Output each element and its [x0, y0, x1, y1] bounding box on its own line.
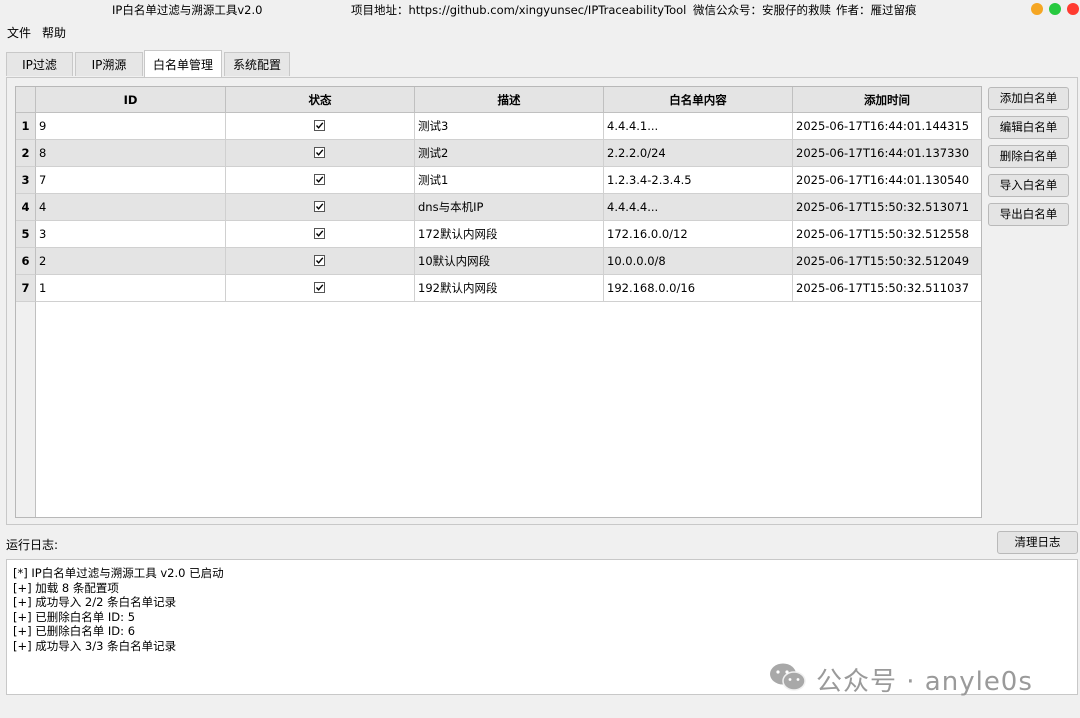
author-label: 作者：雁过留痕 [836, 3, 917, 17]
maximize-button[interactable] [1049, 3, 1061, 15]
cell-status[interactable] [226, 221, 415, 248]
cell-added-time[interactable]: 2025-06-17T15:50:32.513071 [793, 194, 981, 221]
cell-status[interactable] [226, 167, 415, 194]
cell-description[interactable]: 192默认内网段 [415, 275, 604, 302]
cell-id[interactable]: 9 [36, 113, 226, 140]
table-row[interactable]: 4 4 dns与本机IP 4.4.4.4... 2025-06-17T15:50… [16, 194, 981, 221]
row-number[interactable]: 7 [16, 275, 36, 302]
cell-description[interactable]: 10默认内网段 [415, 248, 604, 275]
header-added-time[interactable]: 添加时间 [793, 87, 981, 113]
log-line: [+] 成功导入 3/3 条白名单记录 [13, 638, 177, 653]
menu-help[interactable]: 帮助 [42, 24, 66, 41]
tab-system-config[interactable]: 系统配置 [224, 52, 290, 76]
log-line: [+] 加载 8 条配置项 [13, 580, 119, 595]
table-row[interactable]: 3 7 测试1 1.2.3.4-2.3.4.5 2025-06-17T16:44… [16, 167, 981, 194]
cell-added-time[interactable]: 2025-06-17T15:50:32.512558 [793, 221, 981, 248]
cell-id[interactable]: 1 [36, 275, 226, 302]
delete-whitelist-button[interactable]: 删除白名单 [988, 145, 1069, 168]
cell-description[interactable]: 测试2 [415, 140, 604, 167]
watermark-text: 公众号 · anyle0s [816, 667, 1033, 697]
table-row[interactable]: 2 8 测试2 2.2.2.0/24 2025-06-17T16:44:01.1… [16, 140, 981, 167]
cell-id[interactable]: 4 [36, 194, 226, 221]
tab-ip-trace[interactable]: IP溯源 [75, 52, 143, 76]
status-checkbox[interactable] [314, 255, 325, 266]
row-number[interactable]: 2 [16, 140, 36, 167]
window-title: IP白名单过滤与溯源工具v2.0 [112, 3, 263, 17]
log-line: [+] 已删除白名单 ID: 6 [13, 624, 136, 638]
cell-content[interactable]: 4.4.4.1... [604, 113, 793, 140]
status-checkbox[interactable] [314, 282, 325, 293]
cell-added-time[interactable]: 2025-06-17T16:44:01.130540 [793, 167, 981, 194]
cell-status[interactable] [226, 275, 415, 302]
cell-content[interactable]: 172.16.0.0/12 [604, 221, 793, 248]
cell-content[interactable]: 4.4.4.4... [604, 194, 793, 221]
check-icon [315, 122, 324, 129]
check-icon [315, 176, 324, 183]
cell-content[interactable]: 1.2.3.4-2.3.4.5 [604, 167, 793, 194]
cell-added-time[interactable]: 2025-06-17T16:44:01.144315 [793, 113, 981, 140]
check-icon [315, 149, 324, 156]
header-status[interactable]: 状态 [226, 87, 415, 113]
status-checkbox[interactable] [314, 228, 325, 239]
row-number[interactable]: 1 [16, 113, 36, 140]
wechat-label: 微信公众号：安服仔的救赎 [693, 3, 831, 17]
check-icon [315, 257, 324, 264]
cell-description[interactable]: 测试3 [415, 113, 604, 140]
header-description[interactable]: 描述 [415, 87, 604, 113]
check-icon [315, 284, 324, 291]
header-id[interactable]: ID [36, 87, 226, 113]
status-checkbox[interactable] [314, 147, 325, 158]
row-number[interactable]: 5 [16, 221, 36, 248]
log-label: 运行日志: [6, 538, 59, 552]
table-row[interactable]: 1 9 测试3 4.4.4.1... 2025-06-17T16:44:01.1… [16, 113, 981, 140]
tab-ip-filter[interactable]: IP过滤 [6, 52, 73, 76]
row-number[interactable]: 6 [16, 248, 36, 275]
whitelist-table[interactable]: ID 状态 描述 白名单内容 添加时间 1 9 测试3 4.4.4.1... 2… [15, 86, 982, 518]
row-number[interactable]: 3 [16, 167, 36, 194]
close-button[interactable] [1067, 3, 1079, 15]
cell-id[interactable]: 8 [36, 140, 226, 167]
cell-content[interactable]: 192.168.0.0/16 [604, 275, 793, 302]
minimize-button[interactable] [1031, 3, 1043, 15]
import-whitelist-button[interactable]: 导入白名单 [988, 174, 1069, 197]
log-line: [*] IP白名单过滤与溯源工具 v2.0 已启动 [13, 566, 224, 580]
add-whitelist-button[interactable]: 添加白名单 [988, 87, 1069, 110]
cell-description[interactable]: 测试1 [415, 167, 604, 194]
table-row[interactable]: 5 3 172默认内网段 172.16.0.0/12 2025-06-17T15… [16, 221, 981, 248]
cell-content[interactable]: 10.0.0.0/8 [604, 248, 793, 275]
cell-status[interactable] [226, 194, 415, 221]
status-checkbox[interactable] [314, 174, 325, 185]
wechat-icon [770, 663, 806, 691]
edit-whitelist-button[interactable]: 编辑白名单 [988, 116, 1069, 139]
row-number[interactable]: 4 [16, 194, 36, 221]
log-line: [+] 已删除白名单 ID: 5 [13, 609, 136, 624]
cell-id[interactable]: 7 [36, 167, 226, 194]
cell-id[interactable]: 3 [36, 221, 226, 248]
status-checkbox[interactable] [314, 120, 325, 131]
table-corner[interactable] [16, 87, 36, 113]
export-whitelist-button[interactable]: 导出白名单 [988, 203, 1069, 226]
cell-description[interactable]: 172默认内网段 [415, 221, 604, 248]
cell-content[interactable]: 2.2.2.0/24 [604, 140, 793, 167]
tab-whitelist-management[interactable]: 白名单管理 [144, 50, 222, 78]
check-icon [315, 203, 324, 210]
check-icon [315, 230, 324, 237]
header-content[interactable]: 白名单内容 [604, 87, 793, 113]
table-row[interactable]: 7 1 192默认内网段 192.168.0.0/16 2025-06-17T1… [16, 275, 981, 302]
cell-status[interactable] [226, 113, 415, 140]
cell-description[interactable]: dns与本机IP [415, 194, 604, 221]
project-url-label: 项目地址：https://github.com/xingyunsec/IPTra… [351, 3, 687, 17]
table-row[interactable]: 6 2 10默认内网段 10.0.0.0/8 2025-06-17T15:50:… [16, 248, 981, 275]
log-line: [+] 成功导入 2/2 条白名单记录 [13, 595, 177, 609]
cell-added-time[interactable]: 2025-06-17T15:50:32.512049 [793, 248, 981, 275]
clear-log-button[interactable]: 清理日志 [997, 531, 1078, 554]
menu-file[interactable]: 文件 [7, 24, 31, 41]
status-checkbox[interactable] [314, 201, 325, 212]
title-bar: IP白名单过滤与溯源工具v2.0 项目地址：https://github.com… [0, 0, 1080, 20]
cell-status[interactable] [226, 140, 415, 167]
cell-added-time[interactable]: 2025-06-17T15:50:32.511037 [793, 275, 981, 302]
cell-id[interactable]: 2 [36, 248, 226, 275]
cell-added-time[interactable]: 2025-06-17T16:44:01.137330 [793, 140, 981, 167]
cell-status[interactable] [226, 248, 415, 275]
